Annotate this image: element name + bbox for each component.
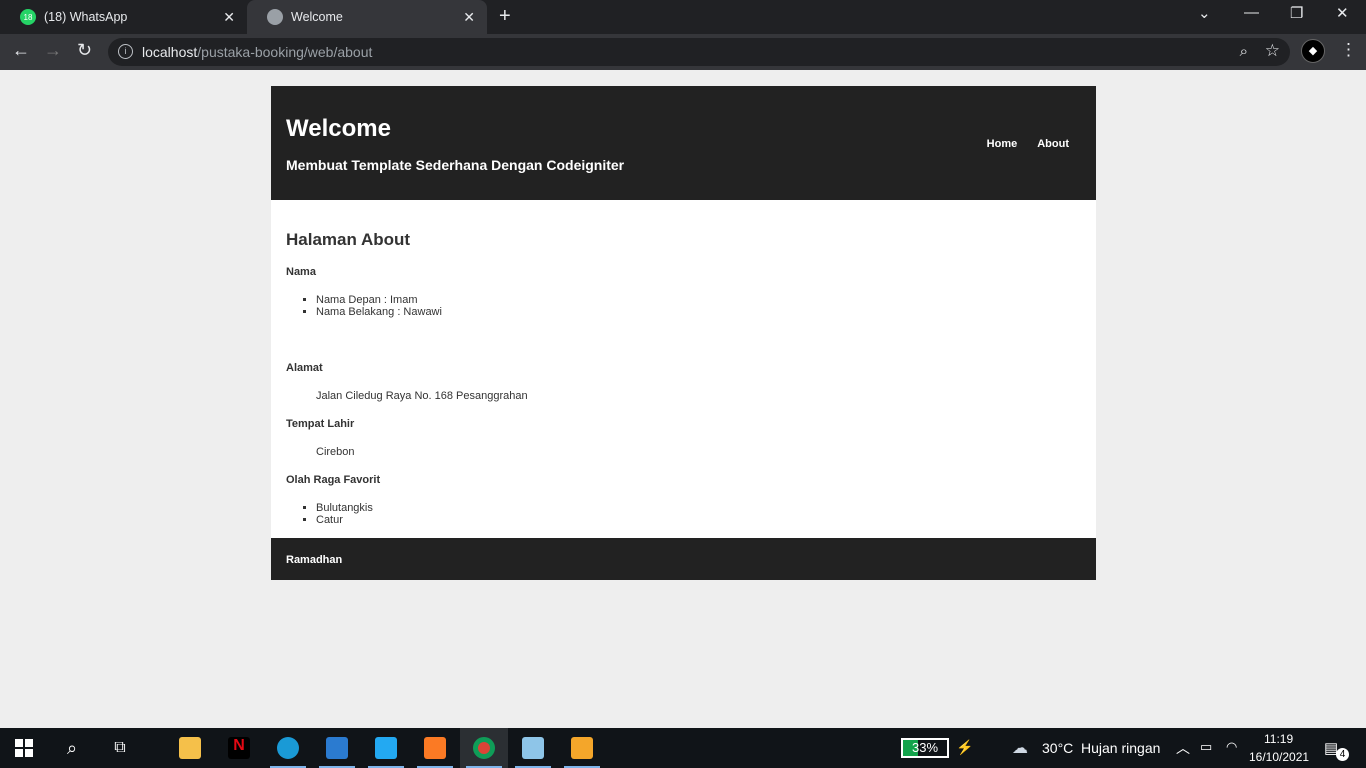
close-tab-icon[interactable]: ✕ xyxy=(223,9,235,26)
reload-button[interactable]: ↻ xyxy=(77,40,92,61)
url-text[interactable]: localhost/pustaka-booking/web/about xyxy=(142,44,372,60)
url-host: localhost xyxy=(142,44,198,60)
chevron-up-icon[interactable]: ︿ xyxy=(1176,738,1190,758)
tab-welcome[interactable]: Welcome ✕ xyxy=(247,0,487,34)
zoom-icon[interactable]: ⌕ xyxy=(1240,43,1248,60)
globe-icon xyxy=(267,9,283,25)
page-heading: Halaman About xyxy=(286,230,411,249)
battery-indicator[interactable]: 33% xyxy=(901,738,949,758)
list-item: Catur xyxy=(316,514,1081,526)
whatsapp-icon: 18 xyxy=(20,9,36,25)
notepad-icon[interactable] xyxy=(509,728,557,768)
info-icon[interactable]: i xyxy=(118,44,133,59)
nav-home-link[interactable]: Home xyxy=(987,138,1018,150)
menu-icon[interactable]: ⋮ xyxy=(1340,40,1357,60)
file-explorer-icon[interactable] xyxy=(166,728,214,768)
winamp-icon[interactable] xyxy=(558,728,606,768)
battery-tray-icon[interactable]: ▭ xyxy=(1200,739,1212,755)
vscode-icon[interactable] xyxy=(362,728,410,768)
chrome-icon[interactable] xyxy=(460,728,508,768)
forward-button[interactable]: → xyxy=(44,40,62,61)
task-view-icon[interactable]: ⧉ xyxy=(96,728,144,768)
media-player-icon[interactable] xyxy=(313,728,361,768)
tab-whatsapp[interactable]: 18 (18) WhatsApp ✕ xyxy=(0,0,247,34)
browser-toolbar: ← → ↻ i localhost/pustaka-booking/web/ab… xyxy=(0,34,1366,70)
nav-about-link[interactable]: About xyxy=(1037,138,1069,150)
tempat-lahir-value: Cirebon xyxy=(316,446,355,458)
taskbar: ⌕ ⧉ N xyxy=(0,728,1366,768)
nama-list: Nama Depan : Imam Nama Belakang : Nawawi xyxy=(316,294,1081,318)
site-header: Welcome Membuat Template Sederhana Denga… xyxy=(271,86,1096,200)
close-tab-icon[interactable]: ✕ xyxy=(463,9,475,26)
new-tab-button[interactable]: + xyxy=(499,5,511,28)
weather-temp[interactable]: 30°C xyxy=(1042,740,1073,756)
site-footer: Ramadhan xyxy=(271,538,1096,580)
clock-time[interactable]: 11:19 xyxy=(1264,732,1293,746)
tab-label: Welcome xyxy=(291,10,343,24)
site-nav: Home About xyxy=(987,138,1069,150)
alamat-value: Jalan Ciledug Raya No. 168 Pesanggrahan xyxy=(316,390,528,402)
site-subtitle: Membuat Template Sederhana Dengan Codeig… xyxy=(286,157,625,173)
close-window-button[interactable]: ✕ xyxy=(1336,4,1349,22)
site-title: Welcome xyxy=(286,115,391,142)
clock-date[interactable]: 16/10/2021 xyxy=(1249,750,1309,764)
nama-label: Nama xyxy=(286,266,316,278)
search-icon[interactable]: ⌕ xyxy=(48,728,96,768)
profile-avatar[interactable]: ◆ xyxy=(1301,39,1325,63)
bookmark-star-icon[interactable]: ☆ xyxy=(1265,41,1280,61)
list-item: Nama Belakang : Nawawi xyxy=(316,306,1081,318)
notification-count: 4 xyxy=(1336,748,1349,761)
windows-icon xyxy=(15,739,33,757)
main-content: Halaman About Nama Nama Depan : Imam Nam… xyxy=(271,200,1096,538)
restore-button[interactable]: ❐ xyxy=(1290,4,1303,22)
netflix-icon[interactable]: N xyxy=(215,728,263,768)
weather-desc[interactable]: Hujan ringan xyxy=(1081,740,1160,756)
tab-label: (18) WhatsApp xyxy=(44,10,128,24)
alamat-label: Alamat xyxy=(286,362,323,374)
cloud-rain-icon: ☁ xyxy=(1012,740,1028,757)
list-item: Nama Depan : Imam xyxy=(316,294,1081,306)
xampp-icon[interactable] xyxy=(411,728,459,768)
page-container: Welcome Membuat Template Sederhana Denga… xyxy=(271,86,1096,580)
olahraga-list: Bulutangkis Catur xyxy=(316,502,1081,526)
tempat-lahir-label: Tempat Lahir xyxy=(286,418,355,430)
tab-strip: 18 (18) WhatsApp ✕ Welcome ✕ + ⌄ — ❐ ✕ xyxy=(0,0,1366,34)
plug-icon: ⚡ xyxy=(956,739,974,755)
address-bar[interactable]: i localhost/pustaka-booking/web/about ⌕ … xyxy=(108,38,1290,66)
tab-search-icon[interactable]: ⌄ xyxy=(1198,4,1211,22)
minimize-button[interactable]: — xyxy=(1244,4,1259,21)
edge-icon[interactable] xyxy=(264,728,312,768)
wifi-icon[interactable]: ◠ xyxy=(1226,739,1237,755)
olahraga-label: Olah Raga Favorit xyxy=(286,474,381,486)
list-item: Bulutangkis xyxy=(316,502,1081,514)
start-button[interactable] xyxy=(0,728,48,768)
back-button[interactable]: ← xyxy=(12,40,30,61)
url-path: /pustaka-booking/web/about xyxy=(197,44,373,60)
battery-percent: 33% xyxy=(911,740,939,755)
